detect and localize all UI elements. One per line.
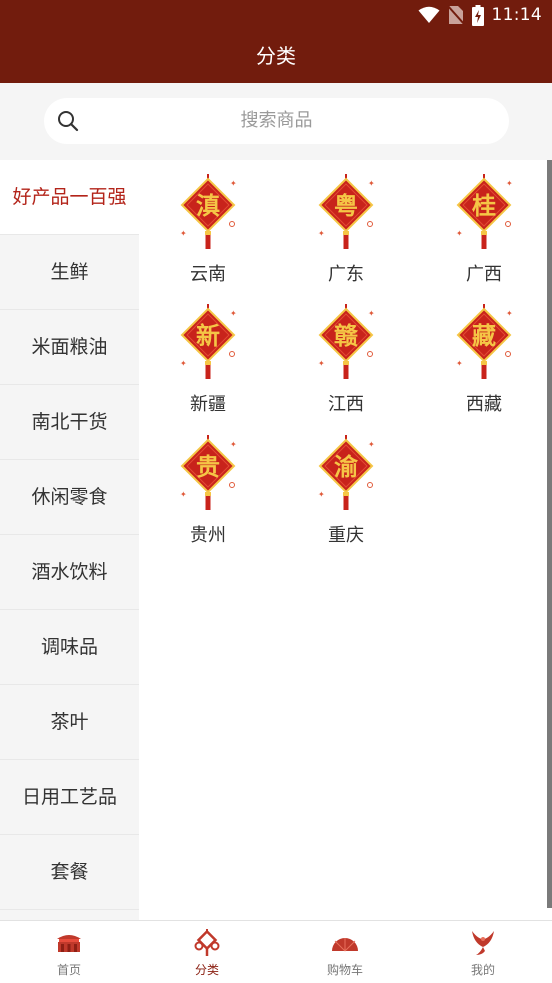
status-bar: 11:14 xyxy=(0,0,552,30)
svg-text:✦: ✦ xyxy=(180,490,187,499)
svg-text:✦: ✦ xyxy=(230,309,237,318)
region-label: 贵州 xyxy=(190,525,226,546)
nav-profile-label: 我的 xyxy=(470,963,495,977)
svg-text:✦: ✦ xyxy=(318,229,325,238)
no-sim-icon xyxy=(447,5,464,25)
status-icons: 11:14 xyxy=(418,4,543,26)
svg-text:✦: ✦ xyxy=(180,229,187,238)
region-glyph: 赣 xyxy=(334,322,359,350)
sidebar-item-grain-oil[interactable]: 米面粮油 xyxy=(0,310,139,385)
svg-text:✦: ✦ xyxy=(230,440,237,449)
region-item-guizhou[interactable]: 贵 ✦ ✦ 贵州 xyxy=(139,421,277,551)
nav-category[interactable]: 分类 xyxy=(138,921,276,983)
nav-home-label: 首页 xyxy=(56,963,81,977)
home-temple-icon xyxy=(57,935,81,952)
region-label: 重庆 xyxy=(328,525,364,546)
sidebar-item-snacks[interactable]: 休闲零食 xyxy=(0,460,139,535)
region-glyph: 粤 xyxy=(334,192,358,220)
region-item-guangdong[interactable]: 粤 ✦ ✦ 广东 xyxy=(277,160,415,290)
region-glyph: 新 xyxy=(196,322,220,350)
sidebar-item-fresh[interactable]: 生鲜 xyxy=(0,235,139,310)
sidebar-item-dried-goods[interactable]: 南北干货 xyxy=(0,385,139,460)
nav-category-label: 分类 xyxy=(194,963,219,977)
region-label: 云南 xyxy=(190,264,226,285)
category-knot-icon xyxy=(194,929,220,956)
region-item-yunnan[interactable]: 滇 ✦ ✦ 云南 xyxy=(139,160,277,290)
battery-charging-icon xyxy=(471,4,484,26)
svg-text:✦: ✦ xyxy=(318,490,325,499)
nav-cart-label: 购物车 xyxy=(326,963,363,977)
clock: 11:14 xyxy=(491,5,542,25)
category-sidebar: 好产品一百强 生鲜 米面粮油 南北干货 休闲零食 酒水饮料 调味品 茶叶 日用工… xyxy=(0,160,139,920)
chinese-knot-icon: 新 ✦ ✦ xyxy=(180,304,237,379)
sidebar-item-seasoning[interactable]: 调味品 xyxy=(0,610,139,685)
region-glyph: 滇 xyxy=(196,192,220,220)
region-item-xizang[interactable]: 藏 ✦ ✦ 西藏 xyxy=(415,290,552,420)
chinese-knot-icon: 赣 ✦ ✦ xyxy=(318,304,375,379)
wifi-icon xyxy=(418,6,439,23)
svg-text:✦: ✦ xyxy=(456,229,463,238)
scrollbar[interactable] xyxy=(547,160,552,908)
chinese-knot-icon: 滇 ✦ ✦ xyxy=(180,174,237,249)
sidebar-item-top-100[interactable]: 好产品一百强 xyxy=(0,160,139,235)
nav-home[interactable]: 首页 xyxy=(0,921,138,983)
region-label: 新疆 xyxy=(190,394,226,415)
svg-text:✦: ✦ xyxy=(318,359,325,368)
chinese-knot-icon: 粤 ✦ ✦ xyxy=(318,174,375,249)
region-label: 广西 xyxy=(466,264,502,285)
cart-fan-icon xyxy=(332,938,358,952)
region-item-xinjiang[interactable]: 新 ✦ ✦ 新疆 xyxy=(139,290,277,420)
svg-text:✦: ✦ xyxy=(230,179,237,188)
search-placeholder: 搜索商品 xyxy=(240,110,313,131)
sidebar-item-crafts[interactable]: 日用工艺品 xyxy=(0,760,139,835)
search-input[interactable]: 搜索商品 xyxy=(44,98,509,144)
nav-profile[interactable]: 我的 xyxy=(414,921,552,983)
chinese-knot-icon: 桂 ✦ ✦ xyxy=(456,174,513,249)
region-item-jiangxi[interactable]: 赣 ✦ ✦ 江西 xyxy=(277,290,415,420)
svg-text:✦: ✦ xyxy=(368,440,375,449)
region-item-chongqing[interactable]: 渝 ✦ ✦ 重庆 xyxy=(277,421,415,551)
region-grid: 滇 ✦ ✦ 云南 粤 ✦ ✦ 广东 桂 ✦ ✦ 广西 新 ✦ ✦ 新疆 赣 ✦ … xyxy=(139,160,552,920)
search-area: 搜索商品 xyxy=(0,83,552,160)
svg-text:✦: ✦ xyxy=(180,359,187,368)
region-label: 西藏 xyxy=(466,394,502,415)
chinese-knot-icon: 贵 ✦ ✦ xyxy=(180,435,237,510)
sidebar-item-bundles[interactable]: 套餐 xyxy=(0,835,139,910)
nav-cart[interactable]: 购物车 xyxy=(276,921,414,983)
svg-text:✦: ✦ xyxy=(456,359,463,368)
region-label: 广东 xyxy=(328,264,364,285)
region-glyph: 桂 xyxy=(472,192,496,220)
sidebar-item-drinks[interactable]: 酒水饮料 xyxy=(0,535,139,610)
sidebar-item-tea[interactable]: 茶叶 xyxy=(0,685,139,760)
bottom-nav: 首页 分类 购物车 我的 xyxy=(0,920,552,983)
region-glyph: 渝 xyxy=(334,453,359,481)
region-glyph: 藏 xyxy=(472,322,496,350)
chinese-knot-icon: 渝 ✦ ✦ xyxy=(318,435,375,510)
svg-text:✦: ✦ xyxy=(368,309,375,318)
svg-text:✦: ✦ xyxy=(506,309,513,318)
profile-phoenix-icon xyxy=(472,931,494,955)
page-title: 分类 xyxy=(0,30,552,83)
region-item-guangxi[interactable]: 桂 ✦ ✦ 广西 xyxy=(415,160,552,290)
svg-text:✦: ✦ xyxy=(506,179,513,188)
region-glyph: 贵 xyxy=(196,453,220,481)
region-label: 江西 xyxy=(328,394,364,415)
chinese-knot-icon: 藏 ✦ ✦ xyxy=(456,304,513,379)
svg-text:✦: ✦ xyxy=(368,179,375,188)
